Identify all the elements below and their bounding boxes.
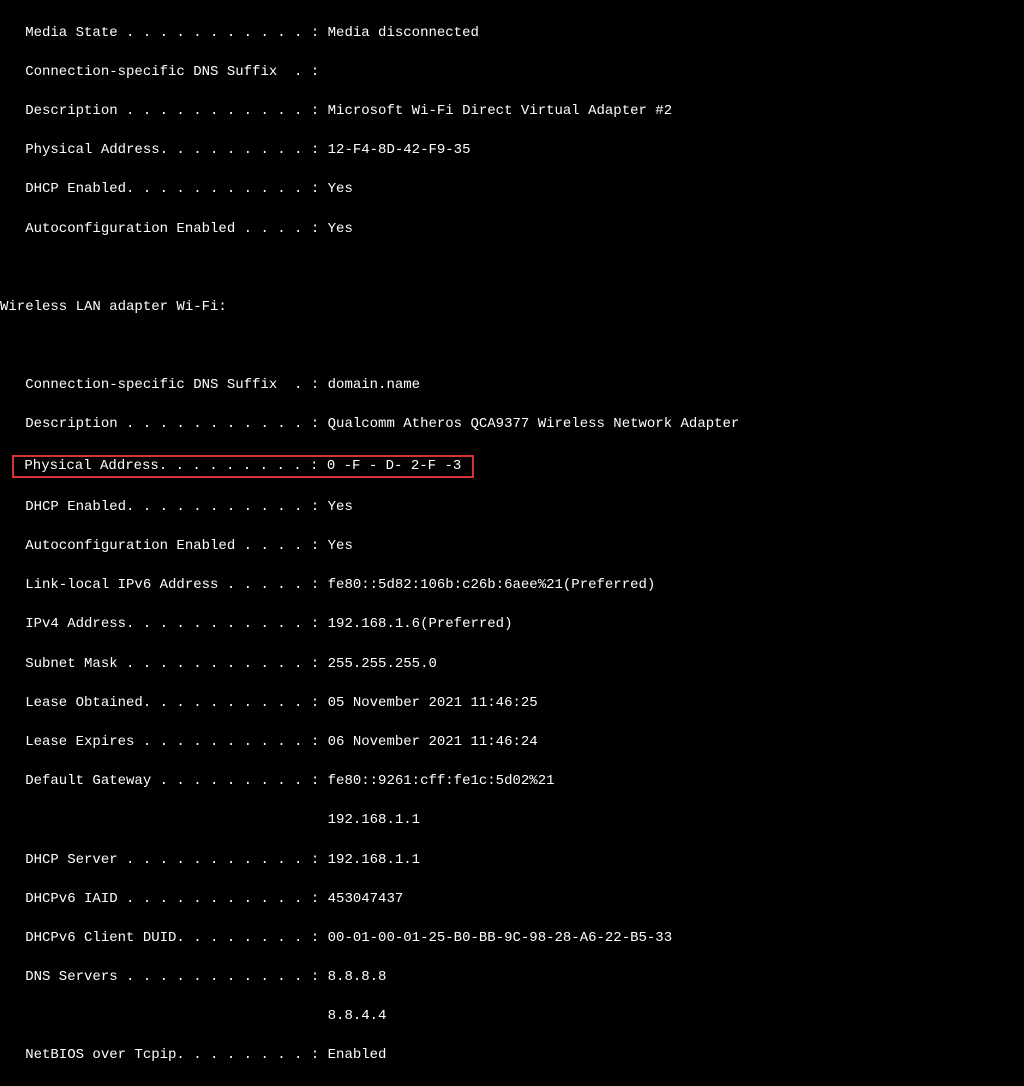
physical-address-line: Physical Address. . . . . . . . . : 12-F… (0, 141, 1024, 161)
link-local-ipv6-line: Link-local IPv6 Address . . . . . : fe80… (0, 576, 1024, 596)
ipv4-address-line: IPv4 Address. . . . . . . . . . . : 192.… (0, 615, 1024, 635)
dhcp-enabled-line: DHCP Enabled. . . . . . . . . . . : Yes (0, 498, 1024, 518)
physical-address-highlight: Physical Address. . . . . . . . . : 0 -F… (12, 455, 474, 479)
autoconfig-line: Autoconfiguration Enabled . . . . : Yes (0, 537, 1024, 557)
dhcpv6-iaid-line: DHCPv6 IAID . . . . . . . . . . . : 4530… (0, 890, 1024, 910)
description-line: Description . . . . . . . . . . . : Micr… (0, 102, 1024, 122)
dns-suffix-line: Connection-specific DNS Suffix . : (0, 63, 1024, 83)
default-gateway-line2: 192.168.1.1 (0, 811, 1024, 831)
autoconfig-line: Autoconfiguration Enabled . . . . : Yes (0, 220, 1024, 240)
blank-line (0, 337, 1024, 357)
lease-obtained-line: Lease Obtained. . . . . . . . . . : 05 N… (0, 694, 1024, 714)
description-line: Description . . . . . . . . . . . : Qual… (0, 415, 1024, 435)
subnet-mask-line: Subnet Mask . . . . . . . . . . . : 255.… (0, 655, 1024, 675)
dhcp-enabled-line: DHCP Enabled. . . . . . . . . . . : Yes (0, 180, 1024, 200)
dns-servers-line2: 8.8.4.4 (0, 1007, 1024, 1027)
lease-expires-line: Lease Expires . . . . . . . . . . : 06 N… (0, 733, 1024, 753)
dhcpv6-client-duid-line: DHCPv6 Client DUID. . . . . . . . : 00-0… (0, 929, 1024, 949)
dns-suffix-line: Connection-specific DNS Suffix . : domai… (0, 376, 1024, 396)
dns-servers-line: DNS Servers . . . . . . . . . . . : 8.8.… (0, 968, 1024, 988)
adapter-header-line: Wireless LAN adapter Wi-Fi: (0, 298, 1024, 318)
netbios-line: NetBIOS over Tcpip. . . . . . . . : Enab… (0, 1046, 1024, 1066)
blank-line (0, 259, 1024, 279)
dhcp-server-line: DHCP Server . . . . . . . . . . . : 192.… (0, 851, 1024, 871)
default-gateway-line: Default Gateway . . . . . . . . . : fe80… (0, 772, 1024, 792)
terminal-output: Media State . . . . . . . . . . . : Medi… (0, 4, 1024, 1086)
media-state-line: Media State . . . . . . . . . . . : Medi… (0, 24, 1024, 44)
highlighted-physical-address-row: Physical Address. . . . . . . . . : 0 -F… (0, 455, 1024, 479)
